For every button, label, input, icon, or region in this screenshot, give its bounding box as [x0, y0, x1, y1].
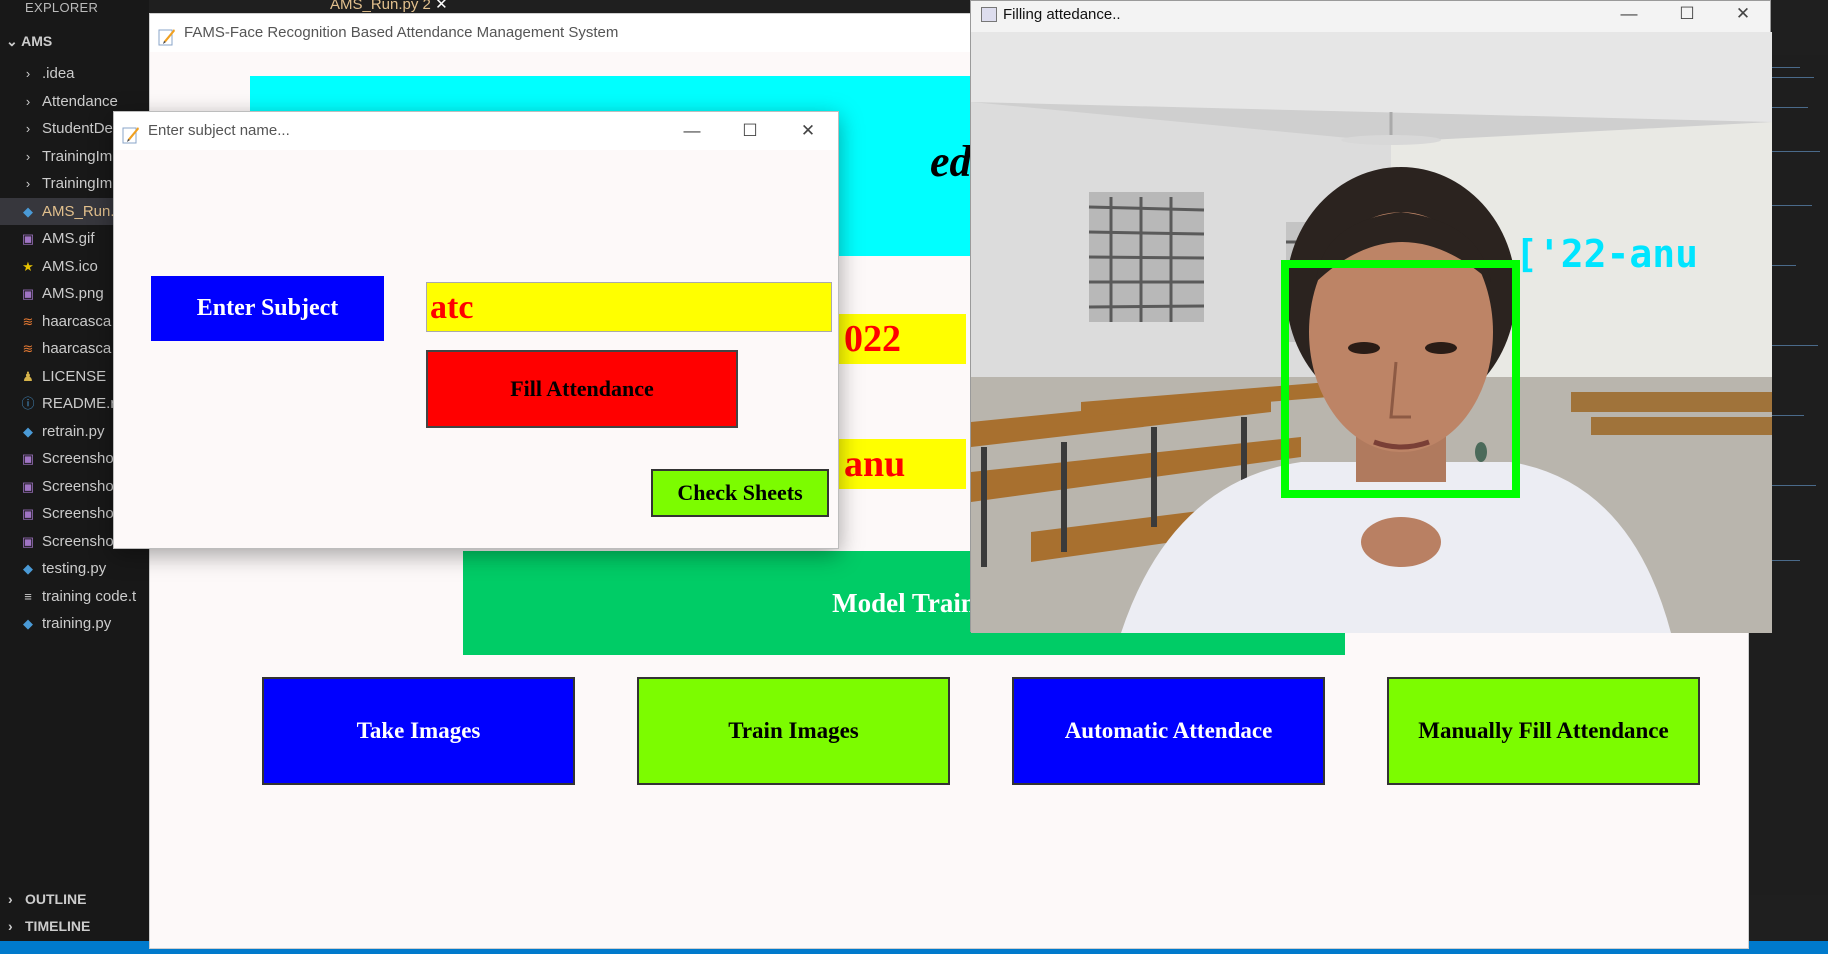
- editor-tab[interactable]: AMS_Run.py 2 ✕: [330, 0, 448, 13]
- chevron-right-icon: ›: [25, 176, 31, 191]
- tree-item-label: .idea: [42, 65, 75, 82]
- tree-item-label: Screensho: [42, 505, 114, 522]
- tree-item-label: LICENSE: [42, 367, 107, 385]
- model-train-text: Model Train: [832, 588, 976, 618]
- camera-feed: ['22-anu: [971, 32, 1772, 633]
- chevron-right-icon: ›: [25, 66, 31, 81]
- python-file-icon: ◆: [23, 203, 33, 219]
- tree-item[interactable]: › .idea: [0, 60, 149, 88]
- tree-item-label: AMS.gif: [42, 230, 95, 247]
- camera-window: Filling attedance.. — ☐ ✕ ['22-anu: [970, 0, 1772, 633]
- timeline-section[interactable]: › TIMELINE: [0, 913, 149, 940]
- window-app-icon: [981, 7, 997, 22]
- image-file-icon: ▣: [21, 506, 35, 521]
- tree-item-label: StudentDe: [42, 120, 113, 137]
- text-file-icon: ≡: [24, 588, 32, 604]
- tree-item-label: Attendance: [42, 92, 118, 110]
- subject-input[interactable]: atc: [426, 282, 832, 332]
- chevron-right-icon: ›: [8, 891, 13, 907]
- chevron-right-icon: ›: [8, 918, 13, 934]
- date-field-text: 022: [844, 318, 901, 360]
- minimize-button[interactable]: —: [664, 112, 720, 150]
- explorer-header: EXPLORER: [25, 0, 99, 15]
- info-icon: ⓘ: [21, 396, 35, 411]
- classroom-scene: [971, 32, 1772, 633]
- maximize-button[interactable]: ☐: [1659, 1, 1715, 29]
- explorer-root-folder[interactable]: ⌄ AMS: [6, 33, 52, 50]
- chevron-right-icon: ›: [25, 148, 31, 164]
- tree-item-label: haarcasca: [42, 312, 112, 330]
- python-file-icon: ◆: [23, 616, 33, 631]
- tree-item-label: README.r: [42, 395, 116, 412]
- image-file-icon: ▣: [21, 533, 35, 549]
- tree-item-label: AMS.png: [42, 285, 104, 302]
- maximize-button[interactable]: ☐: [722, 112, 778, 150]
- license-icon: ♟: [22, 368, 34, 384]
- tree-item-label: Screensho: [42, 477, 114, 495]
- rss-icon: ≋: [22, 313, 34, 329]
- outline-section[interactable]: › OUTLINE: [0, 886, 149, 913]
- python-file-icon: ◆: [23, 561, 33, 576]
- name-field: anu: [836, 439, 966, 489]
- tree-item-label: haarcasca: [42, 340, 112, 357]
- enter-subject-label: Enter Subject: [151, 276, 384, 341]
- tree-item-label: Screensho: [42, 450, 114, 467]
- editor-tab-label: AMS_Run.py 2: [330, 0, 431, 13]
- take-images-button[interactable]: Take Images: [262, 677, 575, 785]
- subject-input-value: atc: [430, 289, 474, 326]
- camera-window-title: Filling attedance..: [1003, 6, 1121, 23]
- fill-attendance-button[interactable]: Fill Attendance: [426, 350, 738, 428]
- chevron-right-icon: ›: [25, 93, 31, 109]
- tree-item-label: Screensho: [42, 532, 114, 550]
- image-file-icon: ▣: [21, 231, 35, 246]
- tree-item-label: training code.t: [42, 587, 137, 605]
- rss-icon: ≋: [22, 341, 34, 356]
- tree-item-label: TrainingIm: [42, 147, 113, 165]
- tree-item-label: AMS.ico: [42, 257, 98, 275]
- subject-dialog-title: Enter subject name...: [148, 122, 290, 139]
- tree-item-label: retrain.py: [42, 422, 105, 440]
- camera-window-titlebar: Filling attedance.. — ☐ ✕: [971, 1, 1770, 32]
- tree-item-label: AMS_Run.: [42, 202, 115, 220]
- subject-dialog: Enter subject name... — ☐ ✕ Enter Subjec…: [113, 111, 839, 549]
- main-window-title: FAMS-Face Recognition Based Attendance M…: [184, 24, 619, 41]
- feather-app-icon: [122, 121, 140, 144]
- tree-item-label: TrainingIm: [42, 175, 113, 192]
- date-field: 022: [836, 314, 966, 364]
- star-icon: ★: [22, 258, 34, 274]
- python-file-icon: ◆: [23, 423, 33, 439]
- chevron-right-icon: ›: [25, 121, 31, 136]
- name-field-text: anu: [844, 443, 906, 485]
- tree-item-label: testing.py: [42, 560, 107, 577]
- image-file-icon: ▣: [21, 451, 35, 466]
- feather-app-icon: [158, 23, 176, 46]
- image-file-icon: ▣: [21, 478, 35, 494]
- tree-item[interactable]: ≡ training code.t: [0, 583, 149, 611]
- outline-label: OUTLINE: [25, 891, 87, 907]
- automatic-attendance-button[interactable]: Automatic Attendace: [1012, 677, 1325, 785]
- train-images-button[interactable]: Train Images: [637, 677, 950, 785]
- tree-item[interactable]: ◆ training.py: [0, 610, 149, 638]
- root-folder-label: AMS: [21, 33, 53, 49]
- face-recognition-label: ['22-anu: [1515, 232, 1699, 276]
- timeline-label: TIMELINE: [25, 918, 91, 934]
- close-icon[interactable]: ✕: [435, 0, 448, 13]
- image-file-icon: ▣: [21, 286, 35, 301]
- close-button[interactable]: ✕: [780, 112, 836, 150]
- minimize-button[interactable]: —: [1601, 1, 1657, 29]
- tree-item-label: training.py: [42, 615, 112, 632]
- tree-item[interactable]: ◆ testing.py: [0, 555, 149, 583]
- subject-dialog-titlebar: Enter subject name... — ☐ ✕: [114, 112, 838, 150]
- manual-attendance-button[interactable]: Manually Fill Attendance: [1387, 677, 1700, 785]
- check-sheets-button[interactable]: Check Sheets: [651, 469, 829, 517]
- close-button[interactable]: ✕: [1715, 1, 1771, 29]
